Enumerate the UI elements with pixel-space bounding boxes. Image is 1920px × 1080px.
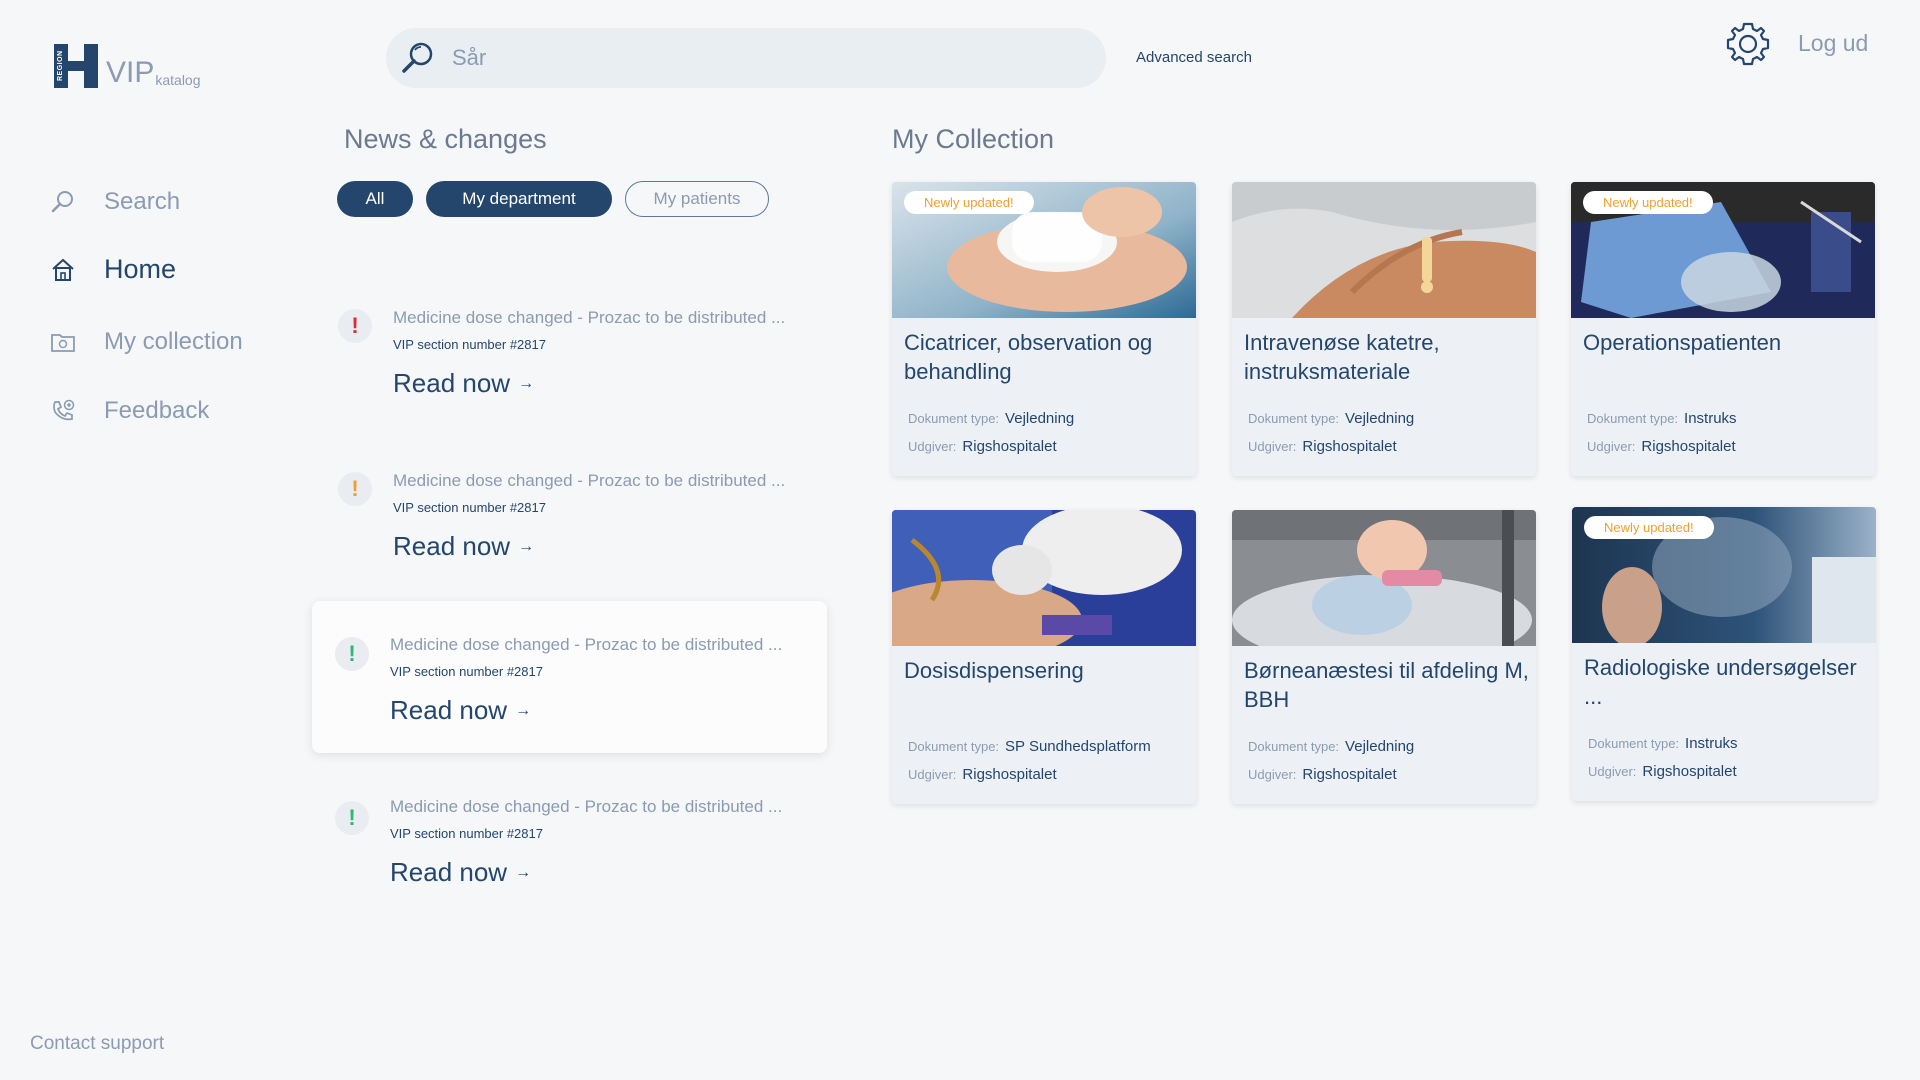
- logout-link[interactable]: Log ud: [1798, 30, 1868, 57]
- card-publisher: Udgiver: Rigshospitalet: [1248, 438, 1397, 455]
- logo-vip-text: VIP: [106, 56, 155, 89]
- alert-icon: !: [335, 801, 369, 835]
- collection-section-title: My Collection: [892, 124, 1055, 154]
- collection-card[interactable]: Dosisdispensering Dokument type: SP Sundh…: [892, 510, 1196, 804]
- read-now-link[interactable]: Read now →: [390, 695, 531, 726]
- news-item-subtitle: VIP section number #2817: [390, 664, 543, 679]
- card-doc-type: Dokument type: Vejledning: [1248, 738, 1415, 755]
- news-item: ! Medicine dose changed - Prozac to be d…: [312, 451, 827, 603]
- card-publisher: Udgiver: Rigshospitalet: [1588, 763, 1737, 780]
- card-title: Radiologiske undersøgelser ...: [1584, 655, 1857, 709]
- alert-icon: !: [335, 637, 369, 671]
- card-title: Cicatricer, observation og behandling: [904, 330, 1153, 384]
- card-doc-type: Dokument type: Instruks: [1588, 735, 1738, 752]
- read-now-link[interactable]: Read now →: [390, 857, 531, 888]
- collection-card[interactable]: Newly updated! Cicatricer, observation o…: [892, 182, 1196, 476]
- arrow-right-icon: →: [515, 701, 532, 719]
- news-item-title: Medicine dose changed - Prozac to be dis…: [390, 635, 783, 654]
- card-title: Operationspatienten: [1583, 330, 1782, 355]
- alert-icon: !: [338, 309, 372, 343]
- news-item-subtitle: VIP section number #2817: [390, 826, 543, 841]
- gear-icon[interactable]: [1724, 20, 1772, 68]
- collection-card[interactable]: Newly updated! Operationspatienten Dokum…: [1571, 182, 1875, 476]
- search-bar[interactable]: [386, 28, 1106, 88]
- home-icon: [50, 257, 76, 283]
- sidebar-item-home[interactable]: Home: [50, 254, 176, 285]
- contact-support-link[interactable]: Contact support: [30, 1033, 164, 1055]
- alert-icon: !: [338, 472, 372, 506]
- card-image: [1232, 182, 1536, 318]
- card-doc-type: Dokument type: Vejledning: [908, 410, 1075, 427]
- sidebar-item-label: My collection: [104, 328, 243, 355]
- newly-updated-badge: Newly updated!: [1583, 191, 1713, 214]
- card-publisher: Udgiver: Rigshospitalet: [908, 438, 1057, 455]
- logo-katalog-text: katalog: [155, 72, 201, 88]
- card-image: [1232, 510, 1536, 665]
- sidebar-item-label: Home: [104, 254, 177, 284]
- sidebar-item-my-collection[interactable]: My collection: [50, 328, 243, 356]
- card-title: Intravenøse katetre, instruksmateriale: [1244, 330, 1440, 384]
- news-item-subtitle: VIP section number #2817: [393, 500, 546, 515]
- card-image: [892, 510, 1196, 660]
- card-doc-type: Dokument type: SP Sundhedsplatform: [908, 738, 1151, 755]
- filter-my-department[interactable]: My department: [426, 181, 612, 217]
- news-item-title: Medicine dose changed - Prozac to be dis…: [393, 308, 786, 327]
- card-title: Dosisdispensering: [904, 658, 1084, 683]
- newly-updated-badge: Newly updated!: [1584, 516, 1714, 539]
- read-now-link[interactable]: Read now →: [393, 368, 534, 399]
- news-item-subtitle: VIP section number #2817: [393, 337, 546, 352]
- card-publisher: Udgiver: Rigshospitalet: [1587, 438, 1736, 455]
- news-item-title: Medicine dose changed - Prozac to be dis…: [390, 797, 783, 816]
- search-input[interactable]: [452, 45, 1052, 71]
- newly-updated-badge: Newly updated!: [904, 191, 1034, 214]
- folder-icon: [50, 329, 76, 355]
- sidebar-item-label: Feedback: [104, 397, 210, 424]
- arrow-right-icon: →: [518, 537, 535, 555]
- search-icon: [50, 189, 76, 215]
- card-publisher: Udgiver: Rigshospitalet: [908, 766, 1057, 783]
- phone-feedback-icon: [50, 398, 76, 424]
- sidebar-item-search[interactable]: Search: [50, 188, 180, 216]
- collection-card[interactable]: Børneanæstesi til afdeling M, BBH Dokume…: [1232, 510, 1536, 804]
- news-section-title: News & changes: [344, 124, 547, 154]
- advanced-search-link[interactable]: Advanced search: [1136, 49, 1252, 66]
- read-now-link[interactable]: Read now →: [393, 531, 534, 562]
- logo-region-text: REGION: [57, 50, 64, 82]
- collection-card[interactable]: Newly updated! Radiologiske undersøgelse…: [1572, 507, 1876, 801]
- filter-all[interactable]: All: [337, 181, 413, 217]
- collection-card[interactable]: Intravenøse katetre, instruksmateriale D…: [1232, 182, 1536, 476]
- sidebar-item-feedback[interactable]: Feedback: [50, 397, 209, 425]
- filter-my-patients[interactable]: My patients: [625, 181, 769, 217]
- sidebar-item-label: Search: [104, 188, 181, 215]
- news-item-title: Medicine dose changed - Prozac to be dis…: [393, 471, 786, 490]
- arrow-right-icon: →: [515, 863, 532, 881]
- logo-mark: REGION: [54, 44, 98, 88]
- card-publisher: Udgiver: Rigshospitalet: [1248, 766, 1397, 783]
- card-doc-type: Dokument type: Instruks: [1587, 410, 1737, 427]
- news-item: ! Medicine dose changed - Prozac to be d…: [312, 777, 827, 929]
- news-item: ! Medicine dose changed - Prozac to be d…: [312, 288, 827, 440]
- logo[interactable]: REGION VIP katalog: [54, 44, 201, 88]
- search-icon: [400, 40, 436, 76]
- news-item[interactable]: ! Medicine dose changed - Prozac to be d…: [312, 601, 827, 753]
- arrow-right-icon: →: [518, 374, 535, 392]
- card-doc-type: Dokument type: Vejledning: [1248, 410, 1415, 427]
- card-title: Børneanæstesi til afdeling M, BBH: [1244, 658, 1529, 712]
